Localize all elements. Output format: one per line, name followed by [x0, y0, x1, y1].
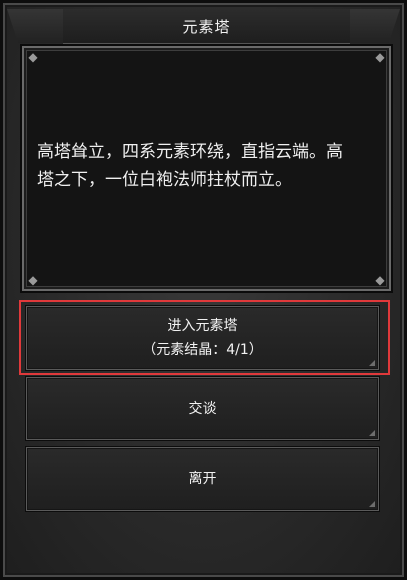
leave-label: 离开 — [188, 471, 217, 487]
corner-ornament-icon: ◆ — [375, 273, 385, 287]
corner-ornament-icon: ◆ — [28, 273, 38, 287]
dialog-text: 高塔耸立，四系元素环绕，直指云端。高 塔之下，一位白袍法师拄杖而立。 — [37, 138, 377, 194]
button-corner-icon — [369, 501, 375, 507]
enter-tower-button[interactable]: 进入元素塔 （元素结晶：4/1） — [26, 306, 379, 370]
window-title: 元素塔 — [182, 17, 231, 36]
talk-label: 交谈 — [188, 400, 217, 417]
dialog-panel: ◆ ◆ ◆ ◆ 高塔耸立，四系元素环绕，直指云端。高 塔之下，一位白袍法师拄杖而… — [22, 46, 391, 291]
dialog-line: 塔之下，一位白袍法师拄杖而立。 — [37, 170, 292, 190]
dialog-line: 高塔耸立，四系元素环绕，直指云端。高 — [37, 142, 343, 162]
title-ornament-left — [7, 9, 63, 43]
button-corner-icon — [369, 360, 375, 366]
game-dialog-window: 元素塔 ◆ ◆ ◆ ◆ 高塔耸立，四系元素环绕，直指云端。高 塔之下，一位白袍法… — [0, 0, 407, 580]
enter-tower-label: 进入元素塔 — [167, 318, 238, 334]
title-ornament-right — [344, 9, 400, 43]
corner-ornament-icon: ◆ — [375, 50, 385, 64]
talk-button[interactable]: 交谈 — [26, 377, 379, 440]
corner-ornament-icon: ◆ — [28, 50, 38, 64]
crystal-requirement-label: （元素结晶：4/1） — [142, 342, 263, 358]
leave-button[interactable]: 离开 — [26, 447, 379, 511]
button-corner-icon — [369, 430, 375, 436]
title-bar: 元素塔 — [63, 9, 350, 44]
